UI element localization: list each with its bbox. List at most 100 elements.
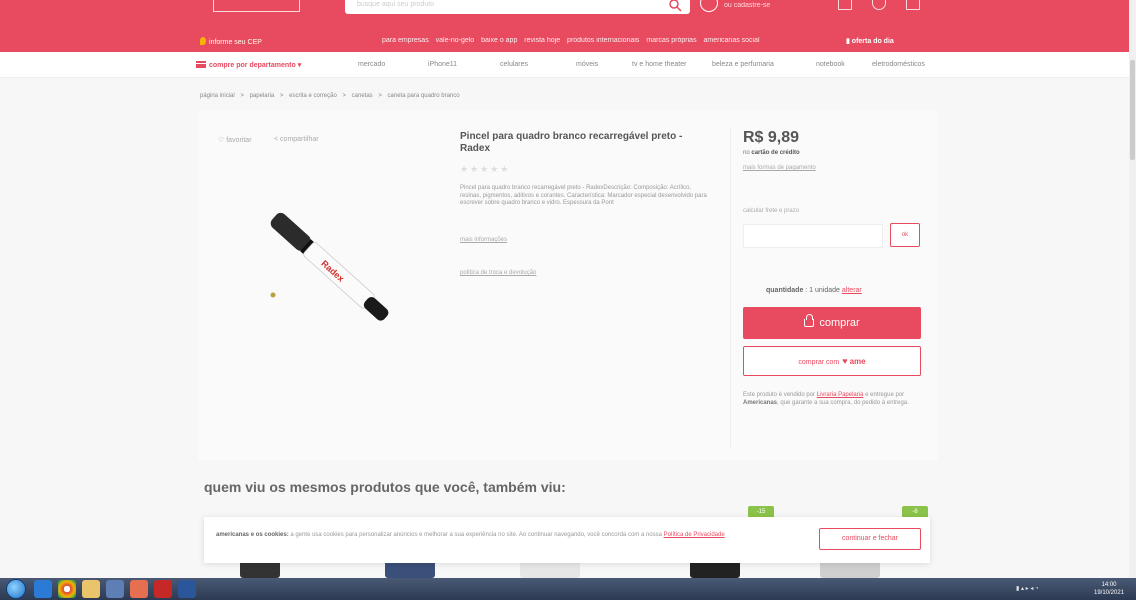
buy-label: comprar bbox=[819, 317, 860, 329]
ok-button[interactable]: ok bbox=[890, 223, 920, 247]
payment-info: no cartão de crédito bbox=[743, 150, 800, 156]
departments-label: compre por departamento bbox=[209, 62, 296, 69]
product-title: Pincel para quadro branco recarregável p… bbox=[460, 131, 683, 154]
seller-deliverer: Americanas bbox=[743, 399, 778, 406]
ie-icon[interactable] bbox=[34, 580, 52, 598]
dept-item[interactable]: iPhone11 bbox=[428, 61, 457, 68]
header-top-bar: busque aqui seu produto ou cadastre-se bbox=[0, 0, 1136, 30]
quantity-label: quantidade bbox=[766, 287, 804, 294]
column-divider bbox=[730, 128, 731, 448]
ame-prefix: comprar com bbox=[798, 359, 840, 366]
cookie-text: americanas e os cookies: a gente usa coo… bbox=[216, 531, 816, 539]
image-dot bbox=[270, 292, 276, 298]
cookie-message: a gente usa cookies para personalizar an… bbox=[290, 532, 662, 538]
seller-text: Este produto é vendido por bbox=[743, 392, 816, 398]
chrome-icon[interactable] bbox=[58, 580, 76, 598]
app-icon[interactable] bbox=[106, 580, 124, 598]
cookie-banner: americanas e os cookies: a gente usa coo… bbox=[204, 517, 930, 563]
scrollbar-thumb[interactable] bbox=[1130, 60, 1135, 160]
continue-and-close-button[interactable]: continuar e fechar bbox=[819, 528, 921, 550]
cep-link[interactable]: informe seu CEP bbox=[200, 37, 262, 46]
breadcrumb-item[interactable]: canetas bbox=[352, 93, 373, 99]
header-link[interactable]: marcas próprias bbox=[646, 37, 696, 44]
seller-text: e entregue por bbox=[865, 392, 905, 398]
seller-link[interactable]: Livraria Papelaria bbox=[817, 392, 864, 398]
seller-info: Este produto é vendido por Livraria Pape… bbox=[743, 392, 921, 407]
favorite-button[interactable]: ♡ favoritar bbox=[218, 136, 252, 144]
breadcrumb-separator: > bbox=[378, 93, 382, 99]
menu-icon bbox=[196, 61, 206, 68]
dept-item[interactable]: mercado bbox=[358, 61, 385, 68]
cart-list-icon[interactable] bbox=[838, 0, 852, 10]
buy-with-ame-button[interactable]: comprar com ♥ ame bbox=[743, 346, 921, 376]
rating-stars[interactable]: ★★★★★ bbox=[460, 164, 510, 175]
explorer-icon[interactable] bbox=[82, 580, 100, 598]
basket-icon[interactable] bbox=[906, 0, 920, 10]
return-policy-link[interactable]: política de troca e devolução bbox=[460, 270, 536, 276]
share-button[interactable]: < compartilhar bbox=[274, 136, 319, 143]
oferta-label: oferta do dia bbox=[851, 38, 894, 45]
privacy-policy-link[interactable]: Política de Privacidade bbox=[664, 532, 725, 538]
breadcrumb-item[interactable]: caneta para quadro branco bbox=[388, 93, 460, 99]
cookie-title: americanas e os cookies: bbox=[216, 532, 289, 538]
shipping-label: calcular frete e prazo bbox=[743, 208, 800, 214]
header-link[interactable]: americanas social bbox=[704, 37, 760, 44]
basket-icon bbox=[804, 314, 815, 327]
search-input[interactable]: busque aqui seu produto bbox=[345, 0, 690, 14]
seller-text: , que garante a sua compra, do pedido à … bbox=[777, 399, 909, 406]
account-label: ou cadastre-se bbox=[724, 2, 771, 9]
favorite-label: favoritar bbox=[226, 137, 252, 144]
breadcrumb: página inicial > papelaria > escrita e c… bbox=[200, 93, 464, 99]
clock-date: 19/10/2021 bbox=[1094, 590, 1125, 596]
scrollbar[interactable] bbox=[1129, 0, 1136, 578]
clock[interactable]: 14:00 19/10/2021 bbox=[1094, 581, 1124, 597]
dept-item[interactable]: eletrodomésticos bbox=[872, 61, 925, 68]
quantity-change-link[interactable]: alterar bbox=[842, 287, 862, 294]
system-tray[interactable]: ▮ ▴ ▸ ◂ ◔ bbox=[1016, 585, 1039, 592]
pdf-icon[interactable] bbox=[154, 580, 172, 598]
buy-button[interactable]: comprar bbox=[743, 307, 921, 339]
more-info-link[interactable]: mais informações bbox=[460, 237, 507, 243]
dept-item[interactable]: móveis bbox=[576, 61, 598, 68]
recommendations-title: quem viu os mesmos produtos que você, ta… bbox=[204, 479, 566, 495]
breadcrumb-item[interactable]: escrita e correção bbox=[289, 93, 337, 99]
breadcrumb-separator: > bbox=[279, 93, 284, 99]
payment-prefix: no bbox=[743, 150, 750, 156]
search-icon[interactable] bbox=[668, 0, 682, 12]
breadcrumb-separator: > bbox=[240, 93, 244, 99]
dept-item[interactable]: celulares bbox=[500, 61, 528, 68]
header-link[interactable]: revista hoje bbox=[524, 37, 560, 44]
department-nav: compre por departamento ▾ mercado iPhone… bbox=[0, 52, 1136, 78]
dept-item[interactable]: notebook bbox=[816, 61, 845, 68]
header-sub-bar: informe seu CEP para empresas vale-no-ge… bbox=[0, 30, 1136, 52]
payment-method: cartão de crédito bbox=[751, 150, 800, 156]
quantity-value: : 1 unidade bbox=[805, 287, 840, 294]
header-link[interactable]: baixe o app bbox=[481, 37, 517, 44]
dept-item[interactable]: tv e home theater bbox=[632, 61, 686, 68]
start-button[interactable] bbox=[6, 579, 26, 599]
heart-icon[interactable] bbox=[872, 0, 886, 10]
departments-menu-button[interactable]: compre por departamento ▾ bbox=[196, 61, 301, 69]
quantity-row: quantidade : 1 unidade alterar bbox=[766, 287, 862, 294]
media-icon[interactable] bbox=[130, 580, 148, 598]
ame-label: ame bbox=[849, 357, 866, 366]
header-links: para empresas vale-no-gelo baixe o app r… bbox=[382, 37, 765, 44]
header-link[interactable]: para empresas bbox=[382, 37, 429, 44]
more-payment-link[interactable]: mais formas de pagamento bbox=[743, 165, 816, 171]
americanas-logo[interactable] bbox=[213, 0, 300, 12]
search-placeholder: busque aqui seu produto bbox=[357, 1, 435, 8]
breadcrumb-item[interactable]: papelaria bbox=[250, 93, 275, 99]
location-pin-icon bbox=[200, 37, 206, 45]
header-link[interactable]: produtos internacionais bbox=[567, 37, 639, 44]
product-description: Pincel para quadro branco recarregável p… bbox=[460, 185, 707, 206]
header-link[interactable]: vale-no-gelo bbox=[436, 37, 475, 44]
product-image[interactable]: Radex bbox=[258, 195, 408, 345]
clock-time: 14:00 bbox=[1101, 582, 1117, 588]
cep-input[interactable] bbox=[743, 224, 883, 248]
dept-item[interactable]: beleza e perfumaria bbox=[712, 61, 774, 68]
word-icon[interactable] bbox=[178, 580, 196, 598]
windows-taskbar: ▮ ▴ ▸ ◂ ◔ 14:00 19/10/2021 bbox=[0, 578, 1136, 600]
oferta-do-dia-link[interactable]: ▮ oferta do dia bbox=[846, 37, 894, 45]
breadcrumb-item[interactable]: página inicial bbox=[200, 93, 235, 99]
breadcrumb-separator: > bbox=[342, 93, 346, 99]
